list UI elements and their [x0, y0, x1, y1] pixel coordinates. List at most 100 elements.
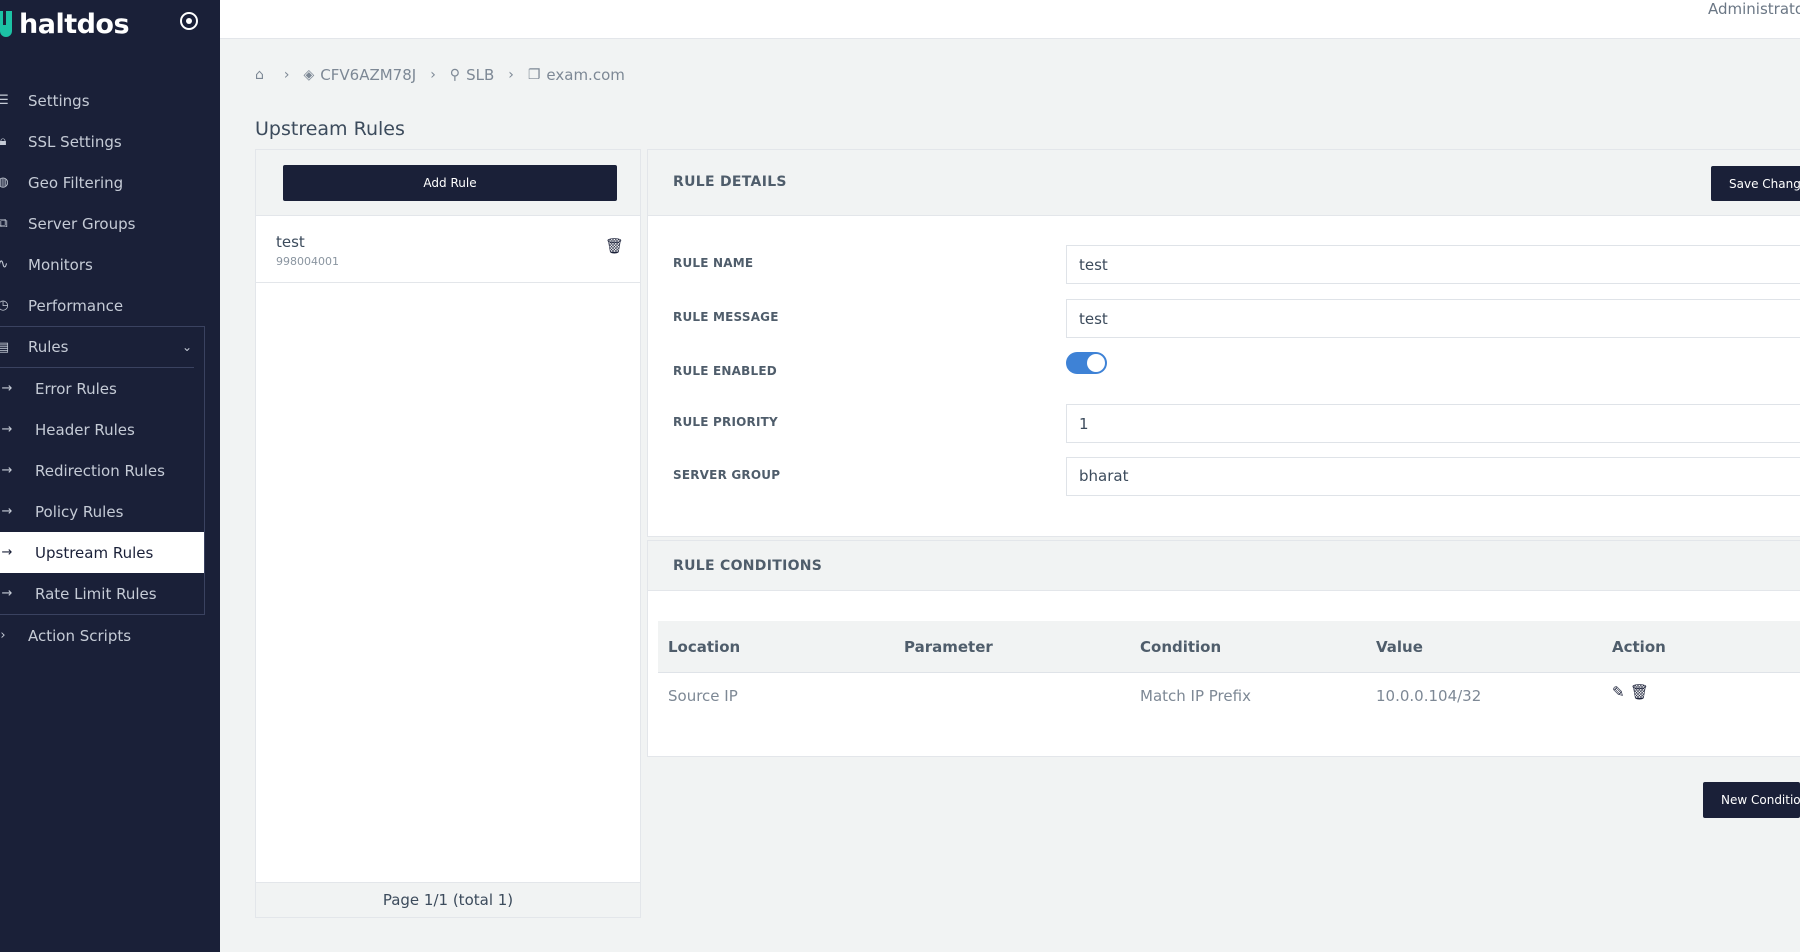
arrow-right-icon: →: [1, 463, 13, 478]
breadcrumb-item-device[interactable]: ◈ CFV6AZM78J: [304, 66, 417, 84]
sidebar-item-geo-filtering[interactable]: ◍ Geo Filtering: [0, 162, 220, 203]
sidebar-item-label: Rules: [28, 338, 69, 356]
sidebar-item-label: Geo Filtering: [28, 173, 124, 192]
server-group-value: bharat: [1079, 467, 1129, 485]
rule-list-header: Add Rule: [256, 150, 640, 216]
sidebar-item-upstream-rules[interactable]: → Upstream Rules: [0, 532, 204, 573]
sidebar-item-rate-limit-rules[interactable]: → Rate Limit Rules: [0, 573, 204, 614]
sitemap-icon: ⚲: [449, 67, 461, 83]
cell-condition: Match IP Prefix: [1140, 687, 1251, 705]
page-title: Upstream Rules: [255, 118, 405, 140]
sidebar-item-performance[interactable]: ◷ Performance: [0, 285, 220, 326]
table-row: Source IP Match IP Prefix 10.0.0.104/32 …: [658, 673, 1800, 719]
breadcrumb-home[interactable]: ⌂: [255, 67, 270, 83]
rule-details-panel: RULE DETAILS Save Changes RULE NAME RULE…: [647, 149, 1800, 537]
server-icon: ⧉: [0, 216, 8, 231]
list-icon: ▤: [0, 339, 10, 355]
sidebar-item-label: SSL Settings: [28, 132, 122, 151]
sidebar: haltdos ☰ Settings 🔒︎ SSL Settings ◍ Geo…: [0, 0, 220, 952]
sidebar-item-label: Action Scripts: [28, 626, 132, 645]
home-icon: ⌂: [255, 67, 264, 83]
breadcrumb-item-domain[interactable]: ❐ exam.com: [528, 66, 625, 84]
sidebar-item-server-groups[interactable]: ⧉ Server Groups: [0, 203, 220, 244]
rule-conditions-title: RULE CONDITIONS: [673, 558, 823, 574]
server-group-label: SERVER GROUP: [673, 468, 781, 482]
rule-enabled-toggle[interactable]: [1066, 352, 1107, 374]
breadcrumb-label: exam.com: [546, 66, 625, 84]
sidebar-rules-group: ▤ Rules ⌄ → Error Rules → Header Rules →…: [0, 326, 205, 615]
sidebar-item-rules[interactable]: ▤ Rules ⌄: [0, 327, 194, 368]
sidebar-item-label: Error Rules: [35, 379, 117, 398]
trash-icon[interactable]: 🗑︎: [1630, 683, 1649, 701]
save-changes-button[interactable]: Save Changes: [1711, 166, 1800, 201]
cell-value: 10.0.0.104/32: [1376, 687, 1482, 705]
top-bar: Administrator: [220, 0, 1800, 39]
cell-location: Source IP: [668, 687, 738, 705]
breadcrumb-item-slb[interactable]: ⚲ SLB: [450, 66, 494, 84]
stopwatch-icon: ◷: [0, 298, 9, 313]
brand[interactable]: haltdos: [0, 6, 130, 42]
globe-icon: ◍: [0, 175, 9, 190]
breadcrumb-label: CFV6AZM78J: [320, 66, 417, 84]
sidebar-item-ssl-settings[interactable]: 🔒︎ SSL Settings: [0, 121, 220, 162]
rule-message-input[interactable]: [1066, 299, 1800, 338]
breadcrumb-separator-icon: ›: [430, 67, 436, 83]
arrow-right-icon: →: [1, 545, 13, 560]
brand-name: haltdos: [19, 8, 130, 40]
breadcrumb-separator-icon: ›: [283, 67, 290, 83]
column-header-parameter: Parameter: [904, 638, 993, 656]
sidebar-item-label: Redirection Rules: [35, 461, 165, 480]
sidebar-item-label: Header Rules: [35, 420, 135, 439]
sidebar-item-label: Upstream Rules: [35, 543, 154, 562]
rule-name-input[interactable]: [1066, 245, 1800, 284]
pulse-icon: ∿: [0, 257, 9, 272]
sidebar-item-header-rules[interactable]: → Header Rules: [0, 409, 204, 450]
chevron-down-icon: ⌄: [182, 340, 193, 354]
column-header-action: Action: [1612, 638, 1666, 656]
add-rule-button[interactable]: Add Rule: [283, 165, 617, 201]
trash-icon[interactable]: 🗑︎: [605, 237, 624, 255]
rule-conditions-panel: RULE CONDITIONS Location Parameter Condi…: [647, 540, 1800, 757]
rule-name-label: RULE NAME: [673, 256, 754, 270]
rule-message-label: RULE MESSAGE: [673, 310, 779, 324]
sidebar-item-label: Server Groups: [28, 214, 136, 233]
arrow-right-icon: →: [1, 381, 13, 396]
rule-enabled-label: RULE ENABLED: [673, 364, 777, 378]
column-header-location: Location: [668, 638, 741, 656]
arrow-right-icon: →: [1, 422, 13, 437]
sidebar-item-label: Performance: [28, 296, 124, 315]
rule-list-name: test: [276, 233, 305, 251]
arrow-right-icon: →: [1, 586, 13, 601]
arrow-right-icon: →: [1, 504, 13, 519]
sidebar-nav: ☰ Settings 🔒︎ SSL Settings ◍ Geo Filteri…: [0, 80, 220, 656]
new-condition-button[interactable]: New Condition: [1703, 782, 1800, 818]
sidebar-item-label: Rate Limit Rules: [35, 584, 157, 603]
edit-icon[interactable]: ✎: [1612, 683, 1625, 701]
list-item[interactable]: test 998004001 🗑︎: [256, 216, 640, 283]
sliders-icon: ☰: [0, 93, 9, 108]
window-icon: ❐: [527, 67, 541, 83]
sidebar-item-label: Monitors: [28, 255, 93, 274]
sidebar-item-policy-rules[interactable]: → Policy Rules: [0, 491, 204, 532]
rule-details-title: RULE DETAILS: [673, 174, 787, 190]
lock-icon: 🔒︎: [0, 134, 7, 149]
sidebar-item-label: Policy Rules: [35, 502, 124, 521]
pagination-info: Page 1/1 (total 1): [256, 882, 640, 917]
sidebar-item-label: Settings: [28, 91, 90, 110]
rule-priority-label: RULE PRIORITY: [673, 415, 778, 429]
server-group-select[interactable]: bharat: [1066, 457, 1800, 496]
table-header-row: Location Parameter Condition Value Actio…: [658, 621, 1800, 673]
rule-list-panel: Add Rule test 998004001 🗑︎ Page 1/1 (tot…: [255, 149, 641, 918]
sidebar-item-redirection-rules[interactable]: → Redirection Rules: [0, 450, 204, 491]
haltdos-logo-icon: [0, 11, 12, 37]
rule-priority-input[interactable]: [1066, 404, 1800, 443]
rule-details-header: RULE DETAILS Save Changes: [648, 150, 1800, 216]
sidebar-item-monitors[interactable]: ∿ Monitors: [0, 244, 220, 285]
breadcrumb-separator-icon: ›: [508, 67, 514, 83]
code-icon: ›: [0, 628, 6, 643]
sidebar-item-settings[interactable]: ☰ Settings: [0, 80, 220, 121]
sidebar-item-action-scripts[interactable]: › Action Scripts: [0, 615, 220, 656]
user-menu[interactable]: Administrator: [1708, 0, 1800, 18]
sidebar-toggle-icon[interactable]: [180, 12, 198, 30]
sidebar-item-error-rules[interactable]: → Error Rules: [0, 368, 204, 409]
